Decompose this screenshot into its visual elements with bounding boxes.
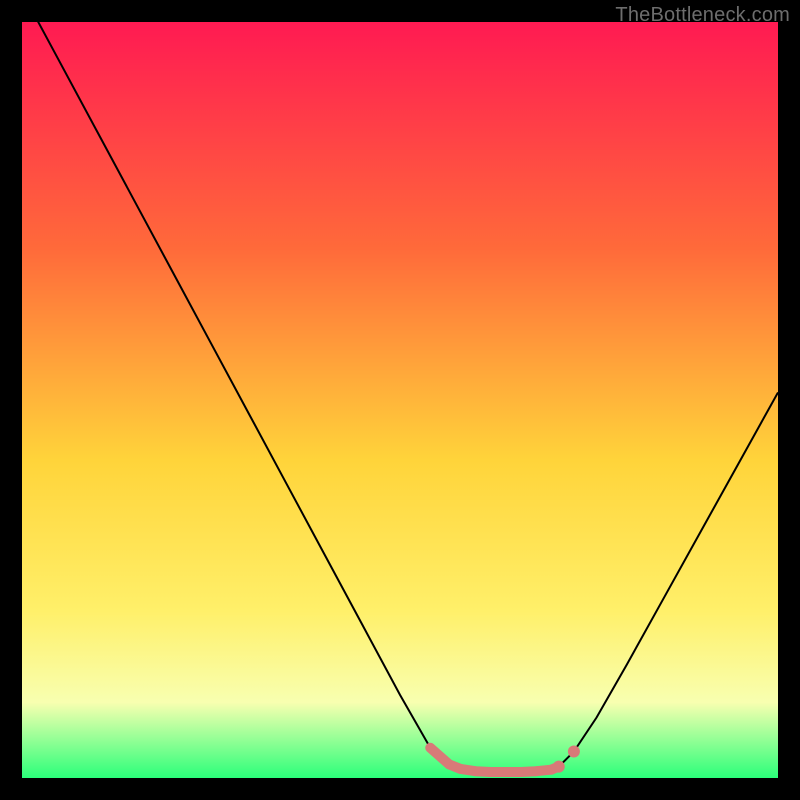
marker-dot [568,746,580,758]
marker-dot [444,759,454,769]
marker-dot [531,766,541,776]
chart-stage: TheBottleneck.com [0,0,800,800]
marker-dot [516,767,526,777]
curve-main [22,0,778,772]
marker-dot [553,761,565,773]
attribution-label: TheBottleneck.com [615,4,790,27]
chart-svg [22,22,778,778]
marker-dot [455,764,465,774]
marker-dot [486,767,496,777]
plot-area [22,22,778,778]
marker-dot [501,767,511,777]
marker-dot [471,766,481,776]
